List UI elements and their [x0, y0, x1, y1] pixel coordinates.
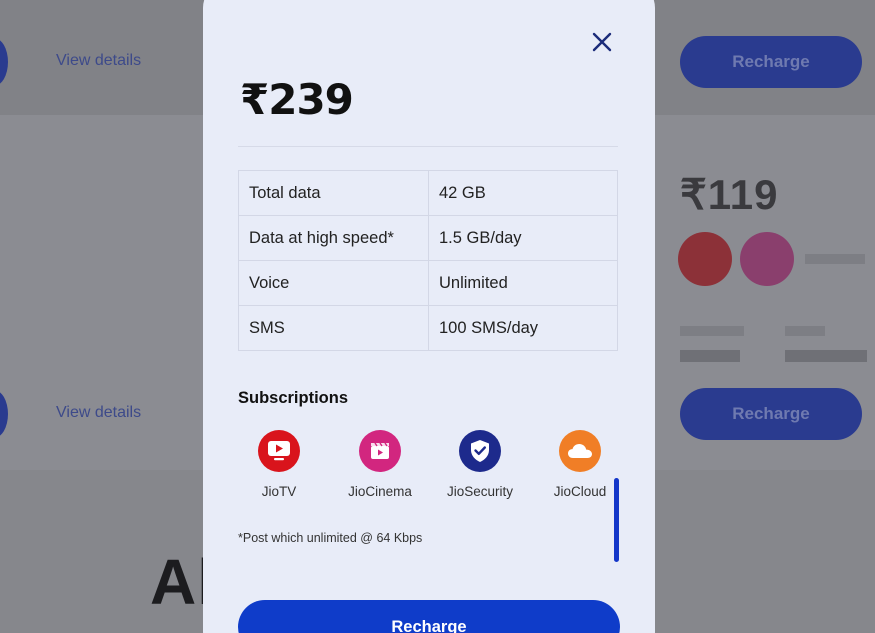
background-recharge-button-2: Recharge [680, 388, 862, 440]
jiocloud-icon [559, 430, 601, 472]
spec-value: 42 GB [428, 170, 618, 216]
subscription-jiotv[interactable]: JioTV [229, 430, 329, 499]
table-row: Voice Unlimited [238, 260, 618, 306]
jiotv-icon [258, 430, 300, 472]
table-row: Total data 42 GB [238, 170, 618, 216]
background-more-text [805, 254, 865, 264]
background-avatar-2 [0, 390, 8, 438]
spec-value: 100 SMS/day [428, 305, 618, 351]
table-row: Data at high speed* 1.5 GB/day [238, 215, 618, 261]
close-icon [592, 32, 612, 52]
spec-key: Data at high speed* [238, 215, 429, 261]
subscriptions-title: Subscriptions [238, 389, 349, 407]
background-recharge-button: Recharge [680, 36, 862, 88]
spec-key: SMS [238, 305, 429, 351]
background-jiotv-icon [678, 232, 732, 286]
background-validity-label [680, 326, 744, 336]
subscription-name: JioCinema [348, 484, 412, 499]
scrollbar[interactable] [614, 478, 619, 562]
subscription-jiosecurity[interactable]: JioSecurity [430, 430, 530, 499]
background-view-details-link-2: View details [56, 404, 142, 421]
spec-value: Unlimited [428, 260, 618, 306]
table-row: SMS 100 SMS/day [238, 305, 618, 351]
spec-value: 1.5 GB/day [428, 215, 618, 261]
speed-footnote: *Post which unlimited @ 64 Kbps [238, 531, 423, 545]
background-data-label [785, 326, 825, 336]
subscription-jiocinema[interactable]: JioCinema [330, 430, 430, 499]
background-data-value [785, 350, 867, 362]
jiocinema-icon [359, 430, 401, 472]
plan-specs-table: Total data 42 GB Data at high speed* 1.5… [238, 170, 618, 351]
background-validity-value [680, 350, 740, 362]
divider [238, 146, 618, 147]
close-button[interactable] [590, 30, 614, 54]
subscription-name: JioTV [261, 484, 297, 499]
background-price: ₹119 [680, 171, 779, 218]
jiosecurity-icon [459, 430, 501, 472]
spec-key: Voice [238, 260, 429, 306]
spec-key: Total data [238, 170, 429, 216]
plan-price: ₹239 [240, 75, 354, 124]
subscription-name: JioSecurity [446, 484, 514, 499]
background-view-details-link: View details [56, 52, 142, 69]
plan-details-modal: ₹239 Total data 42 GB Data at high speed… [203, 0, 655, 633]
recharge-button[interactable]: Recharge [238, 600, 620, 633]
background-jiocinema-icon [740, 232, 794, 286]
